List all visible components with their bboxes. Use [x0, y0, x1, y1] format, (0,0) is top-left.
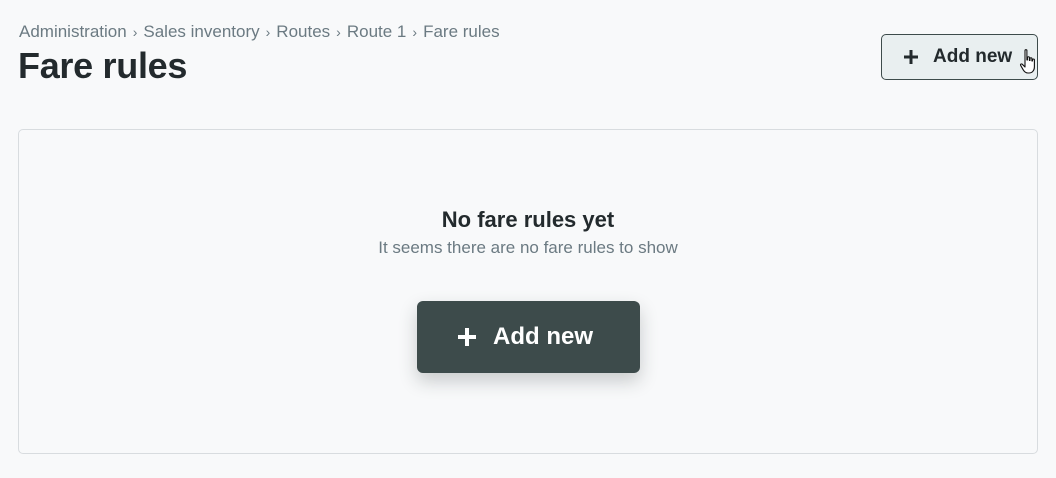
fare-rules-page: Administration › Sales inventory › Route…	[0, 0, 1056, 478]
breadcrumb-separator: ›	[412, 24, 418, 40]
header-add-new-label: Add new	[933, 46, 1013, 67]
breadcrumb-item-administration[interactable]: Administration	[19, 21, 127, 43]
breadcrumb: Administration › Sales inventory › Route…	[19, 21, 500, 43]
empty-state-add-new-label: Add new	[493, 323, 593, 350]
breadcrumb-item-fare-rules: Fare rules	[423, 22, 500, 41]
empty-state-card: No fare rules yet It seems there are no …	[18, 129, 1038, 454]
empty-state-add-new-button[interactable]: Add new	[417, 301, 640, 373]
plus-icon	[457, 327, 477, 347]
plus-icon	[903, 49, 919, 65]
breadcrumb-separator: ›	[336, 24, 341, 40]
breadcrumb-item-route-1[interactable]: Route 1	[347, 21, 407, 43]
breadcrumb-separator: ›	[265, 24, 271, 40]
page-title: Fare rules	[18, 45, 188, 86]
empty-state-subtitle: It seems there are no fare rules to show	[378, 238, 678, 257]
breadcrumb-item-routes[interactable]: Routes	[276, 21, 330, 43]
breadcrumb-separator: ›	[132, 24, 138, 40]
empty-state-title: No fare rules yet	[441, 207, 615, 232]
header-add-new-button[interactable]: Add new	[881, 34, 1038, 80]
breadcrumb-item-sales-inventory[interactable]: Sales inventory	[143, 21, 259, 43]
